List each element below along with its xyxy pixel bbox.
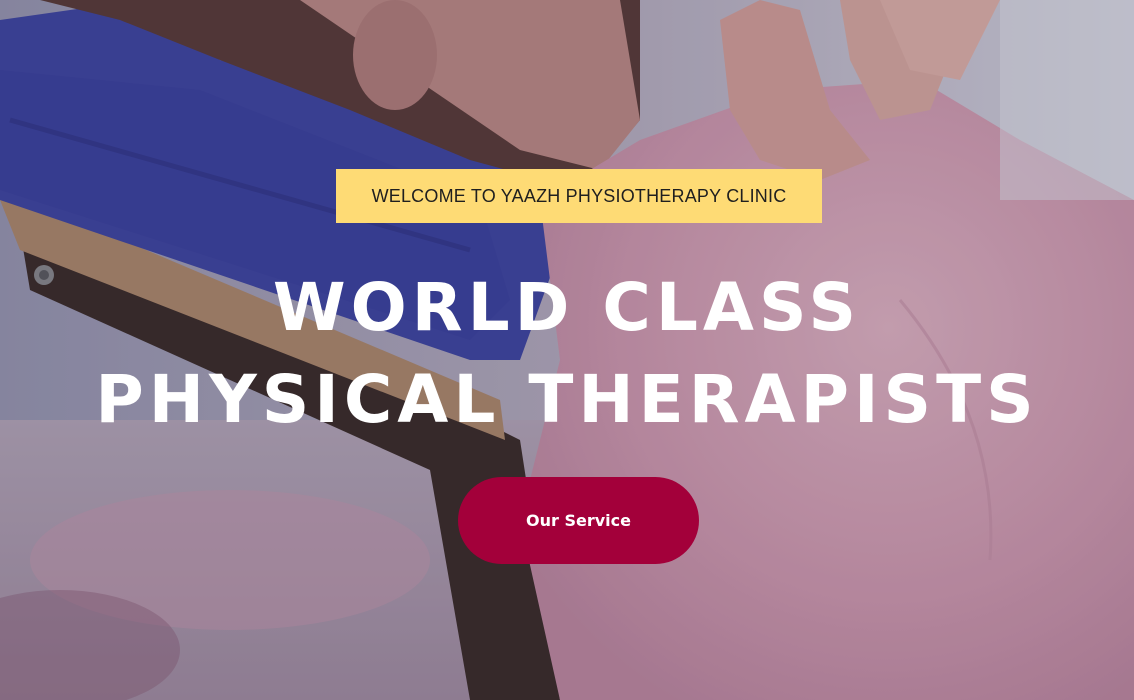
headline-line-2: PHYSICAL THERAPISTS	[95, 361, 1039, 438]
welcome-tagline: WELCOME TO YAAZH PHYSIOTHERAPY CLINIC	[336, 169, 822, 223]
hero-section: WELCOME TO YAAZH PHYSIOTHERAPY CLINIC WO…	[0, 0, 1134, 700]
hero-content: WELCOME TO YAAZH PHYSIOTHERAPY CLINIC WO…	[0, 0, 1134, 700]
our-service-button[interactable]: Our Service	[458, 477, 699, 564]
hero-headline: WORLD CLASS PHYSICAL THERAPISTS	[0, 262, 1134, 446]
headline-line-1: WORLD CLASS	[272, 269, 862, 346]
